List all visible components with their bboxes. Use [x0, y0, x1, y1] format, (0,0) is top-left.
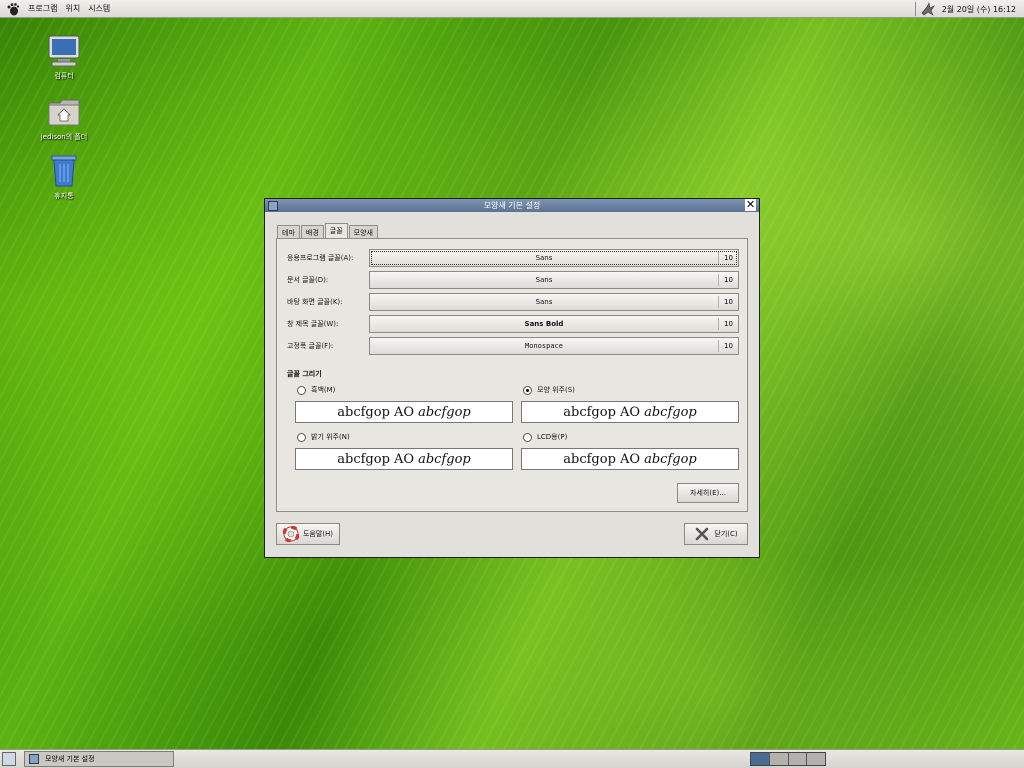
workspace-3[interactable] — [788, 753, 808, 765]
radio-indicator[interactable] — [297, 385, 306, 395]
bottom-panel: 모양새 기본 설정 — [0, 749, 1024, 768]
details-button[interactable]: 자세히(E)... — [677, 483, 739, 503]
font-row-fixed-width: 고정폭 글꼴(F): Monospace 10 — [287, 336, 739, 356]
fixed-width-font-button[interactable]: Monospace 10 — [369, 337, 739, 355]
preview-best-contrast[interactable]: abcfgop AO abcfgop — [295, 448, 513, 470]
preview-text-italic: abcfgop — [418, 451, 471, 467]
document-font-button[interactable]: Sans 10 — [369, 271, 739, 289]
font-row-document: 문서 글꼴(D): Sans 10 — [287, 270, 739, 290]
preview-text-regular: abcfgop AO — [337, 404, 415, 420]
radio-label: 모양 위주(S) — [537, 386, 575, 394]
desktop-icon-computer[interactable]: 컴퓨터 — [29, 34, 99, 81]
radio-subpixel-lcd[interactable]: LCD용(P) — [523, 432, 567, 442]
font-name: Sans Bold — [524, 320, 564, 328]
menu-system[interactable]: 시스템 — [88, 3, 110, 14]
help-button[interactable]: 도움말(H) — [276, 523, 340, 545]
help-lifebuoy-icon — [282, 525, 300, 543]
font-label: 문서 글꼴(D): — [287, 276, 329, 284]
window-icon — [29, 754, 39, 764]
preview-text-regular: abcfgop AO — [337, 451, 415, 467]
workspace-2[interactable] — [769, 753, 789, 765]
close-x-icon — [694, 526, 710, 542]
tab-fonts[interactable]: 글꼴 — [324, 223, 348, 238]
desktop-font-button[interactable]: Sans 10 — [369, 293, 739, 311]
radio-monochrome[interactable]: 흑백(M) — [297, 385, 335, 395]
update-notifier-icon[interactable] — [920, 1, 936, 17]
help-button-label: 도움말(H) — [302, 530, 334, 538]
dialog-titlebar[interactable]: 모양새 기본 설정 ✕ — [265, 199, 759, 212]
font-size: 10 — [718, 318, 738, 330]
menu-applications[interactable]: 프로그램 — [28, 3, 57, 14]
desktop-icon-home[interactable]: jedison의 폴더 — [29, 95, 99, 142]
font-row-application: 응용프로그램 글꼴(A): Sans 10 — [287, 248, 739, 268]
preview-text-italic: abcfgop — [644, 451, 697, 467]
computer-icon — [46, 34, 82, 68]
tray-separator — [914, 2, 916, 16]
workspace-switcher — [750, 752, 826, 766]
radio-best-contrast[interactable]: 밝기 위주(N) — [297, 432, 350, 442]
font-size: 10 — [718, 296, 738, 308]
preview-best-shapes[interactable]: abcfgop AO abcfgop — [521, 401, 739, 423]
dialog-title: 모양새 기본 설정 — [483, 201, 541, 210]
font-name: Sans — [535, 254, 553, 262]
workspace-1[interactable] — [751, 753, 770, 765]
font-name: Monospace — [525, 342, 563, 350]
appearance-preferences-dialog: 모양새 기본 설정 ✕ 테마 배경 글꼴 모양새 응용프로그램 글꼴(A): S… — [264, 198, 760, 558]
font-rendering-heading: 글꼴 그리기 — [287, 370, 322, 378]
tab-interface[interactable]: 모양새 — [348, 225, 378, 238]
font-size: 10 — [718, 340, 738, 352]
close-button-label: 닫기(C) — [714, 530, 738, 538]
font-row-window-title: 창 제목 글꼴(W): Sans Bold 10 — [287, 314, 739, 334]
font-name: Sans — [535, 298, 553, 306]
taskbar-button-label: 모양새 기본 설정 — [45, 755, 95, 763]
menu-places[interactable]: 위치 — [65, 3, 80, 14]
radio-label: 밝기 위주(N) — [311, 433, 350, 441]
clock[interactable]: 2월 20일 (수) 16:12 — [942, 4, 1024, 15]
font-size: 10 — [718, 252, 738, 264]
preview-text-italic: abcfgop — [644, 404, 697, 420]
trash-icon — [46, 154, 82, 188]
preview-subpixel-lcd[interactable]: abcfgop AO abcfgop — [521, 448, 739, 470]
window-close-icon[interactable]: ✕ — [745, 199, 756, 211]
font-label: 응용프로그램 글꼴(A): — [287, 254, 354, 262]
application-font-button[interactable]: Sans 10 — [369, 249, 739, 267]
fonts-tab-panel: 응용프로그램 글꼴(A): Sans 10 문서 글꼴(D): Sans 10 … — [276, 238, 748, 512]
close-button[interactable]: 닫기(C) — [684, 523, 748, 545]
font-label: 창 제목 글꼴(W): — [287, 320, 339, 328]
radio-indicator-selected[interactable] — [523, 385, 532, 395]
radio-indicator[interactable] — [523, 432, 532, 442]
desktop-icon-label: 휴지통 — [54, 192, 74, 200]
desktop-icon-label: 컴퓨터 — [54, 72, 74, 80]
top-panel: 프로그램 위치 시스템 2월 20일 (수) 16:12 — [0, 0, 1024, 18]
preview-text-italic: abcfgop — [418, 404, 471, 420]
tab-background[interactable]: 배경 — [300, 225, 324, 238]
workspace-4[interactable] — [807, 753, 825, 765]
radio-best-shapes[interactable]: 모양 위주(S) — [523, 385, 575, 395]
preview-text-regular: abcfgop AO — [563, 451, 641, 467]
preview-text-regular: abcfgop AO — [563, 404, 641, 420]
font-label: 고정폭 글꼴(F): — [287, 342, 334, 350]
preview-monochrome[interactable]: abcfgop AO abcfgop — [295, 401, 513, 423]
radio-label: 흑백(M) — [311, 386, 336, 394]
tab-bar: 테마 배경 글꼴 모양새 — [277, 223, 379, 238]
radio-label: LCD용(P) — [537, 433, 568, 441]
desktop-icon-label: jedison의 폴더 — [40, 133, 88, 141]
home-folder-icon — [46, 95, 82, 129]
system-tray: 2월 20일 (수) 16:12 — [914, 0, 1024, 18]
tab-theme[interactable]: 테마 — [277, 225, 300, 238]
show-desktop-icon[interactable] — [2, 752, 16, 766]
font-size: 10 — [718, 274, 738, 286]
gnome-foot-icon[interactable] — [6, 2, 20, 16]
taskbar-button-appearance[interactable]: 모양새 기본 설정 — [24, 751, 174, 767]
window-title-font-button[interactable]: Sans Bold 10 — [369, 315, 739, 333]
radio-indicator[interactable] — [297, 432, 306, 442]
font-row-desktop: 바탕 화면 글꼴(K): Sans 10 — [287, 292, 739, 312]
desktop-icon-trash[interactable]: 휴지통 — [29, 154, 99, 201]
font-name: Sans — [535, 276, 553, 284]
font-label: 바탕 화면 글꼴(K): — [287, 298, 343, 306]
